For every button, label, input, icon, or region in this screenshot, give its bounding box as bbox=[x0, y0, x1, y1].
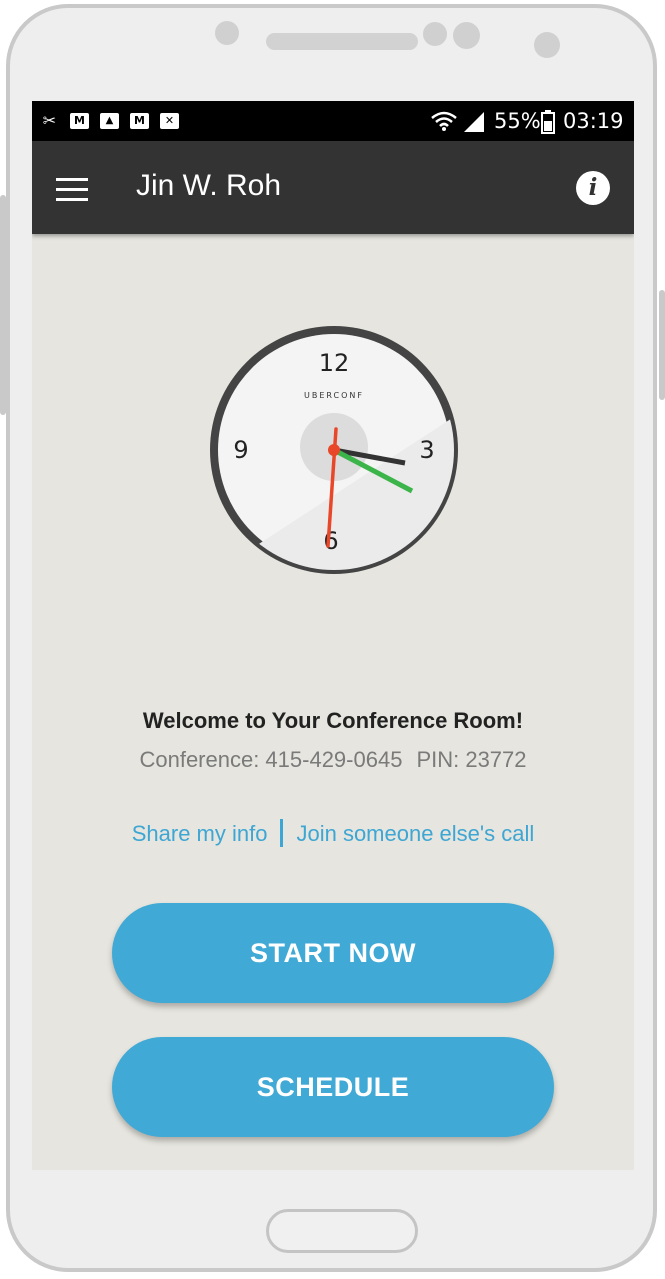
email-icon: ✕ bbox=[160, 113, 179, 129]
proximity-sensor bbox=[534, 32, 560, 58]
sensor-right bbox=[453, 22, 480, 49]
schedule-button[interactable]: SCHEDULE bbox=[112, 1037, 554, 1137]
battery-percent: 55% bbox=[494, 109, 541, 133]
sensor-left bbox=[423, 22, 447, 46]
clock-numeral-12: 12 bbox=[319, 349, 350, 377]
tools-icon: ✂ bbox=[42, 111, 57, 130]
page-title: Jin W. Roh bbox=[136, 169, 282, 202]
clock-illustration: 12 3 6 9 UBERCONF bbox=[210, 326, 458, 574]
signal-icon bbox=[464, 112, 484, 132]
info-icon[interactable]: i bbox=[576, 171, 610, 205]
join-call-link[interactable]: Join someone else's call bbox=[296, 821, 534, 846]
screen: ✂ M ▲ M ✕ 55% 03:19 Jin W. Roh i 12 3 6 … bbox=[32, 101, 634, 1170]
gmail-icon: M bbox=[130, 113, 149, 129]
home-button[interactable] bbox=[266, 1209, 418, 1253]
status-bar: ✂ M ▲ M ✕ 55% 03:19 bbox=[32, 101, 634, 141]
gmail-icon: M bbox=[70, 113, 89, 129]
conference-number: Conference: 415-429-0645 bbox=[139, 747, 403, 772]
welcome-heading: Welcome to Your Conference Room! bbox=[142, 708, 524, 733]
volume-button[interactable] bbox=[0, 195, 6, 415]
wifi-icon bbox=[431, 111, 457, 131]
clock-numeral-3: 3 bbox=[419, 436, 434, 464]
clock-brand: UBERCONF bbox=[304, 391, 364, 400]
app-bar: Jin W. Roh i bbox=[32, 141, 634, 234]
menu-icon[interactable] bbox=[56, 178, 88, 201]
link-divider bbox=[280, 819, 284, 848]
clock-center-pin bbox=[328, 444, 340, 456]
image-icon: ▲ bbox=[100, 113, 119, 129]
share-info-link[interactable]: Share my info bbox=[132, 821, 268, 846]
clock-time: 03:19 bbox=[563, 109, 624, 133]
start-now-button[interactable]: START NOW bbox=[112, 903, 554, 1003]
conference-info: Conference: 415-429-0645 PIN: 23772 bbox=[32, 747, 634, 773]
battery-icon bbox=[541, 110, 555, 134]
conference-pin: PIN: 23772 bbox=[416, 747, 527, 772]
clock-numeral-6: 6 bbox=[323, 527, 338, 555]
power-button[interactable] bbox=[659, 290, 665, 400]
front-camera bbox=[215, 21, 239, 45]
clock-numeral-9: 9 bbox=[233, 436, 248, 464]
link-row: Share my info Join someone else's call bbox=[32, 819, 634, 849]
speaker-grille bbox=[266, 33, 418, 50]
